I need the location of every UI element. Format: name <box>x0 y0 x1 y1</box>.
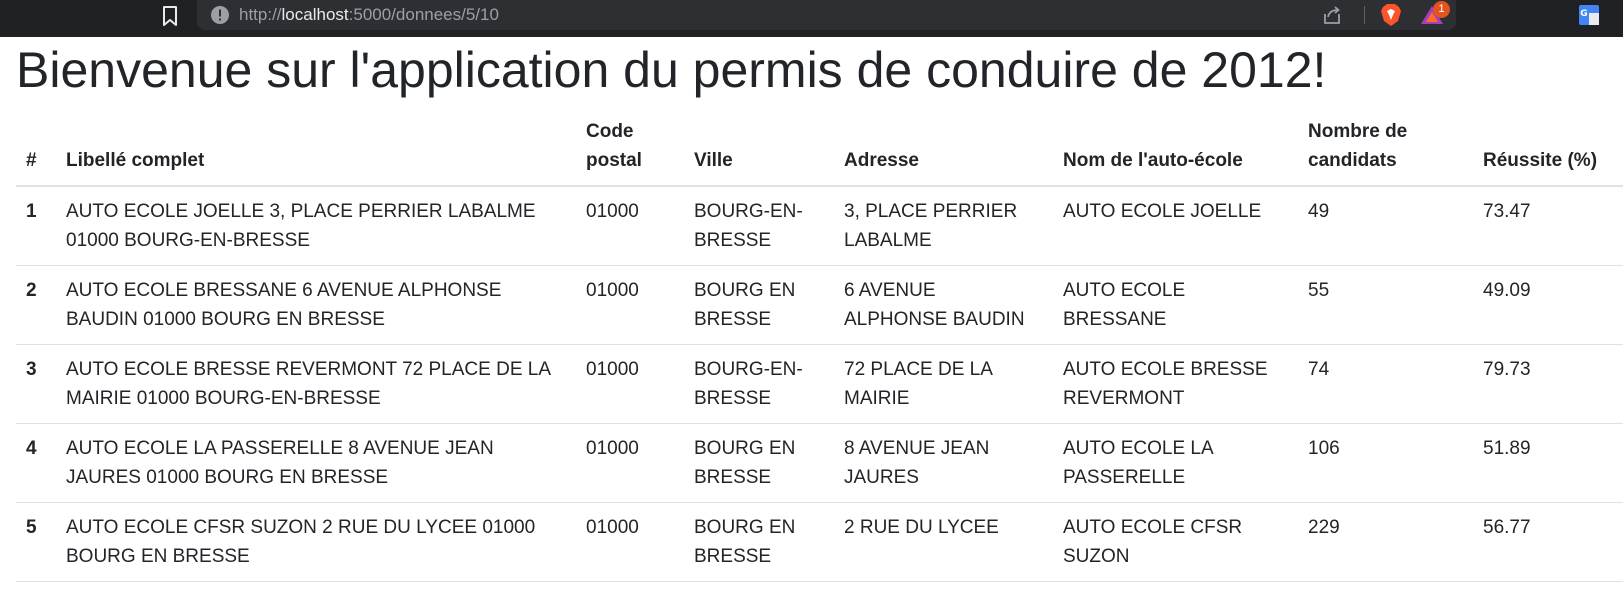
cell-nom: AUTO ECOLE JOELLE <box>1053 186 1298 266</box>
cell-num: 4 <box>16 423 56 503</box>
rewards-badge: 1 <box>1433 1 1450 18</box>
cell-reussite: 56.77 <box>1473 502 1623 582</box>
url-path: :5000/donnees/5/10 <box>348 5 499 24</box>
cell-nom: AUTO ECOLE LA PASSERELLE <box>1053 423 1298 503</box>
header-candidats: Nombre de candidats <box>1298 114 1473 187</box>
cell-libelle: AUTO ECOLE BRESSANE 6 AVENUE ALPHONSE BA… <box>56 265 576 345</box>
cell-libelle: AUTO ECOLE BRESSE REVERMONT 72 PLACE DE … <box>56 344 576 424</box>
cell-libelle: AUTO ECOLE LA PASSERELLE 8 AVENUE JEAN J… <box>56 423 576 503</box>
cell-adresse: 72 PLACE DE LA MAIRIE <box>834 344 1053 424</box>
cell-candidats: 106 <box>1298 423 1473 503</box>
cell-num: 3 <box>16 344 56 424</box>
share-icon[interactable] <box>1321 4 1343 26</box>
cell-ville: BOURG-EN-BRESSE <box>684 186 834 266</box>
cell-num: 2 <box>16 265 56 345</box>
url-text[interactable]: http://localhost:5000/donnees/5/10 <box>239 5 499 25</box>
cell-ville: BOURG EN BRESSE <box>684 423 834 503</box>
header-code-postal: Code postal <box>576 114 684 187</box>
url-scheme: http:// <box>239 5 282 24</box>
table-row: 5 AUTO ECOLE CFSR SUZON 2 RUE DU LYCEE 0… <box>16 502 1623 582</box>
translate-icon[interactable]: G <box>1578 4 1600 26</box>
table-row: 1 AUTO ECOLE JOELLE 3, PLACE PERRIER LAB… <box>16 186 1623 266</box>
cell-libelle: AUTO ECOLE JOELLE 3, PLACE PERRIER LABAL… <box>56 186 576 266</box>
header-adresse: Adresse <box>834 114 1053 187</box>
url-separator <box>1364 6 1365 24</box>
header-nom: Nom de l'auto-école <box>1053 114 1298 187</box>
browser-toolbar: http://localhost:5000/donnees/5/10 1 G <box>0 0 1623 37</box>
cell-adresse: 6 AVENUE ALPHONSE BAUDIN <box>834 265 1053 345</box>
table-header-row: # Libellé complet Code postal Ville Adre… <box>16 114 1623 187</box>
address-bar[interactable]: http://localhost:5000/donnees/5/10 1 <box>197 0 1456 30</box>
cell-code-postal: 01000 <box>576 265 684 345</box>
url-host: localhost <box>281 5 349 24</box>
table-row: 4 AUTO ECOLE LA PASSERELLE 8 AVENUE JEAN… <box>16 423 1623 503</box>
cell-ville: BOURG EN BRESSE <box>684 265 834 345</box>
cell-candidats: 229 <box>1298 502 1473 582</box>
bookmark-icon[interactable] <box>160 4 180 28</box>
cell-adresse: 3, PLACE PERRIER LABALME <box>834 186 1053 266</box>
cell-code-postal: 01000 <box>576 423 684 503</box>
cell-reussite: 49.09 <box>1473 265 1623 345</box>
cell-code-postal: 01000 <box>576 502 684 582</box>
cell-candidats: 74 <box>1298 344 1473 424</box>
cell-code-postal: 01000 <box>576 186 684 266</box>
cell-num: 1 <box>16 186 56 266</box>
cell-reussite: 79.73 <box>1473 344 1623 424</box>
site-info-icon[interactable] <box>210 5 230 25</box>
brave-shields-icon[interactable] <box>1380 3 1402 27</box>
cell-code-postal: 01000 <box>576 344 684 424</box>
cell-reussite: 73.47 <box>1473 186 1623 266</box>
cell-adresse: 2 RUE DU LYCEE <box>834 502 1053 582</box>
cell-candidats: 49 <box>1298 186 1473 266</box>
cell-nom: AUTO ECOLE BRESSE REVERMONT <box>1053 344 1298 424</box>
cell-nom: AUTO ECOLE CFSR SUZON <box>1053 502 1298 582</box>
cell-libelle: AUTO ECOLE CFSR SUZON 2 RUE DU LYCEE 010… <box>56 502 576 582</box>
header-reussite: Réussite (%) <box>1473 114 1623 187</box>
cell-ville: BOURG EN BRESSE <box>684 502 834 582</box>
header-ville: Ville <box>684 114 834 187</box>
cell-num: 5 <box>16 502 56 582</box>
cell-reussite: 51.89 <box>1473 423 1623 503</box>
auto-ecole-table: # Libellé complet Code postal Ville Adre… <box>16 114 1623 582</box>
header-libelle: Libellé complet <box>56 114 576 187</box>
cell-ville: BOURG-EN-BRESSE <box>684 344 834 424</box>
table-row: 3 AUTO ECOLE BRESSE REVERMONT 72 PLACE D… <box>16 344 1623 424</box>
cell-nom: AUTO ECOLE BRESSANE <box>1053 265 1298 345</box>
table-row: 2 AUTO ECOLE BRESSANE 6 AVENUE ALPHONSE … <box>16 265 1623 345</box>
header-num: # <box>16 114 56 187</box>
cell-candidats: 55 <box>1298 265 1473 345</box>
svg-text:G: G <box>1580 9 1587 19</box>
page-title: Bienvenue sur l'application du permis de… <box>16 42 1327 98</box>
cell-adresse: 8 AVENUE JEAN JAURES <box>834 423 1053 503</box>
